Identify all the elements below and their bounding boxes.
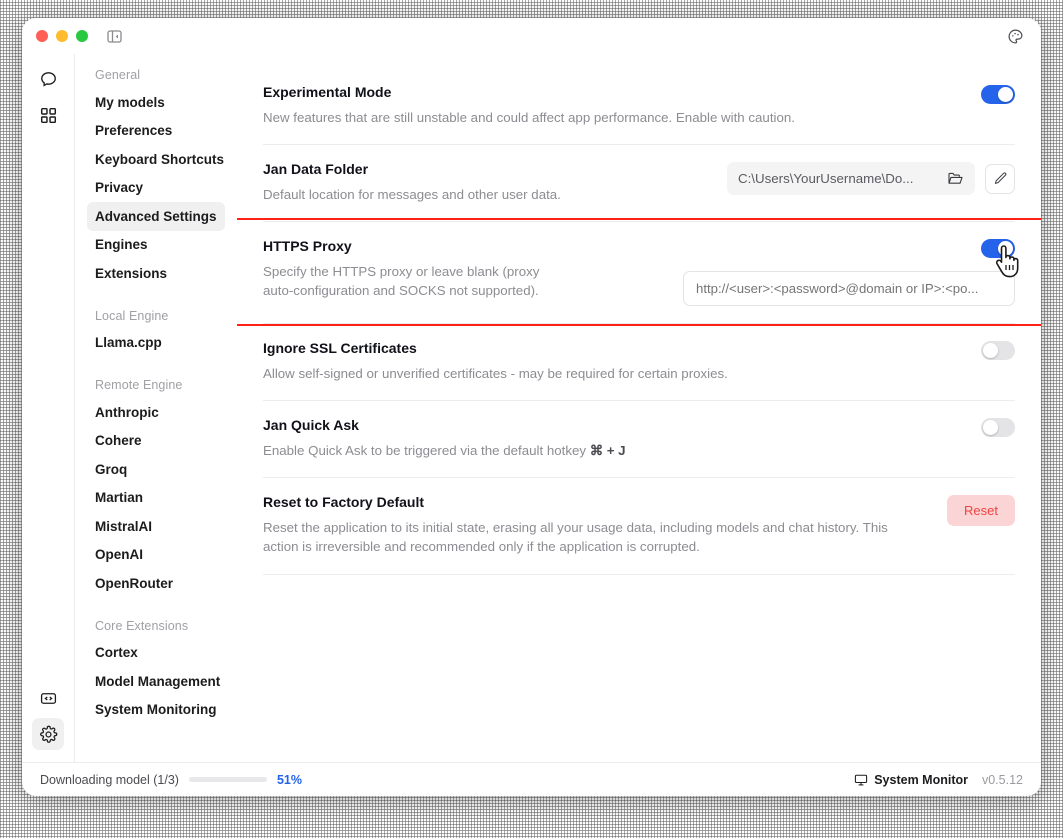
code-brackets-icon[interactable] (32, 682, 64, 714)
title-bar (22, 18, 1041, 54)
nav-group-label: Local Engine (95, 308, 169, 323)
setting-description-line1: Specify the HTTPS proxy or leave blank (… (263, 263, 540, 279)
setting-description: New features that are still unstable and… (263, 109, 795, 125)
sidebar-item-openrouter[interactable]: OpenRouter (87, 569, 225, 598)
experimental-mode-toggle[interactable] (981, 85, 1015, 104)
close-window-button[interactable] (36, 30, 48, 42)
setting-title: Experimental Mode (263, 84, 392, 100)
traffic-lights (36, 30, 88, 42)
https-proxy-input[interactable] (683, 271, 1015, 307)
sidebar-item-cohere[interactable]: Cohere (87, 427, 225, 456)
setting-row-jan-quick-ask: Jan Quick Ask Enable Quick Ask to be tri… (263, 401, 1015, 479)
setting-row-https-proxy: HTTPS Proxy Specify the HTTPS proxy or l… (263, 222, 1015, 325)
sidebar-item-preferences[interactable]: Preferences (87, 117, 225, 146)
sidebar-item-my-models[interactable]: My models (87, 88, 225, 117)
edit-data-folder-button[interactable] (985, 163, 1015, 194)
setting-title: Reset to Factory Default (263, 494, 425, 511)
monitor-icon (854, 773, 868, 787)
nav-group-general: General My models Preferences Keyboard S… (87, 68, 225, 288)
sidebar-item-engines[interactable]: Engines (87, 231, 225, 260)
icon-rail (22, 54, 74, 762)
setting-row-reset-to-factory-default: Reset to Factory Default Reset the appli… (263, 478, 1015, 575)
setting-description-text: Enable Quick Ask to be triggered via the… (263, 442, 590, 458)
nav-group-label: Remote Engine (95, 378, 183, 393)
https-proxy-toggle[interactable] (981, 239, 1015, 259)
download-label: Downloading model (1/3) (40, 772, 179, 787)
system-monitor-button[interactable]: System Monitor (854, 773, 968, 787)
minimize-window-button[interactable] (56, 30, 68, 42)
setting-title: Ignore SSL Certificates (263, 340, 417, 357)
sidebar-item-martian[interactable]: Martian (87, 484, 225, 513)
sidebar-item-system-monitoring[interactable]: System Monitoring (87, 696, 225, 725)
settings-content: Experimental Mode New features that are … (237, 54, 1041, 762)
jan-quick-ask-toggle[interactable] (981, 418, 1015, 438)
window-body: General My models Preferences Keyboard S… (22, 54, 1041, 762)
chat-bubble-icon[interactable] (32, 63, 64, 95)
setting-row-ignore-ssl-certificates: Ignore SSL Certificates Allow self-signe… (263, 324, 1015, 402)
sidebar-item-openai[interactable]: OpenAI (87, 541, 225, 570)
sidebar-item-groq[interactable]: Groq (87, 455, 225, 484)
setting-title: Jan Quick Ask (263, 417, 359, 434)
setting-description: Specify the HTTPS proxy or leave blank (… (263, 262, 573, 301)
sidebar-item-advanced-settings[interactable]: Advanced Settings (87, 202, 225, 231)
nav-group-core-extensions: Core Extensions Cortex Model Management … (87, 619, 225, 725)
folder-open-icon[interactable] (947, 170, 964, 187)
ignore-ssl-toggle[interactable] (981, 341, 1015, 361)
sidebar-item-cortex[interactable]: Cortex (87, 639, 225, 668)
app-window: General My models Preferences Keyboard S… (22, 18, 1041, 796)
setting-description: Default location for messages and other … (263, 186, 561, 202)
app-version: v0.5.12 (981, 772, 1023, 787)
panel-collapse-icon[interactable] (106, 28, 123, 45)
sidebar-item-mistralai[interactable]: MistralAI (87, 512, 225, 541)
status-bar-right: System Monitor v0.5.12 (854, 773, 1023, 787)
nav-group-label: Core Extensions (95, 618, 189, 633)
setting-description-line2: auto-configuration and SOCKS not support… (263, 283, 539, 299)
sidebar-item-llama-cpp[interactable]: Llama.cpp (87, 329, 225, 358)
download-progress-bar (188, 777, 267, 782)
nav-group-local-engine: Local Engine Llama.cpp (87, 309, 225, 358)
settings-sidebar[interactable]: General My models Preferences Keyboard S… (74, 54, 237, 762)
setting-title: HTTPS Proxy (263, 238, 352, 255)
palette-icon[interactable] (1005, 26, 1025, 46)
download-status: Downloading model (1/3) 51% (40, 773, 302, 787)
nav-group-label: General (95, 68, 141, 82)
maximize-window-button[interactable] (76, 30, 88, 42)
data-folder-path: C:\Users\YourUsername\Do... (738, 171, 914, 187)
nav-group-remote-engine: Remote Engine Anthropic Cohere Groq Mart… (87, 378, 225, 598)
download-percent: 51% (276, 772, 302, 787)
sidebar-item-privacy[interactable]: Privacy (87, 174, 225, 203)
sidebar-item-model-management[interactable]: Model Management (87, 667, 225, 696)
setting-description: Reset the application to its initial sta… (263, 520, 888, 555)
sidebar-item-anthropic[interactable]: Anthropic (87, 398, 225, 427)
setting-description: Allow self-signed or unverified certific… (263, 365, 728, 381)
gear-icon[interactable] (32, 718, 64, 750)
setting-row-jan-data-folder: Jan Data Folder Default location for mes… (263, 145, 1015, 223)
hotkey-label: ⌘ + J (589, 442, 626, 458)
reset-button[interactable]: Reset (947, 495, 1015, 527)
system-monitor-label: System Monitor (874, 772, 968, 787)
setting-description: Enable Quick Ask to be triggered via the… (263, 441, 903, 460)
sidebar-item-extensions[interactable]: Extensions (87, 259, 225, 288)
grid-icon[interactable] (32, 99, 64, 131)
data-folder-field[interactable]: C:\Users\YourUsername\Do... (727, 162, 975, 196)
setting-title: Jan Data Folder (263, 161, 369, 178)
setting-row-experimental-mode: Experimental Mode New features that are … (263, 68, 1015, 146)
sidebar-item-keyboard-shortcuts[interactable]: Keyboard Shortcuts (87, 145, 225, 174)
pencil-icon (993, 171, 1008, 186)
status-bar: Downloading model (1/3) 51% System Monit… (22, 762, 1041, 796)
